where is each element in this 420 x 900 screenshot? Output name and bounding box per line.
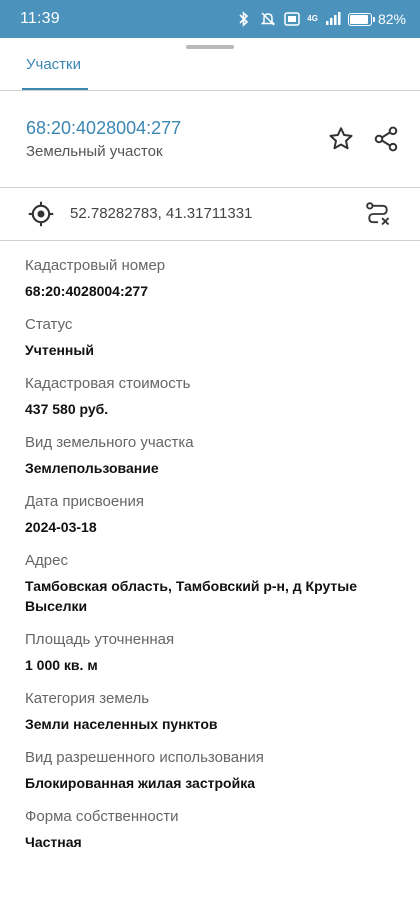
bluetooth-icon (235, 10, 253, 28)
property-value: 2024-03-18 (25, 519, 97, 535)
tab-plots[interactable]: Участки (26, 56, 81, 73)
property-area: Площадь уточненная 1 000 кв. м (25, 629, 400, 675)
route-button[interactable] (362, 198, 394, 230)
property-value: Тамбовская область, Тамбовский р-н, д Кр… (25, 578, 358, 614)
parcel-type: Земельный участок (26, 143, 163, 160)
locate-button[interactable] (25, 198, 57, 230)
property-value: 1 000 кв. м (25, 657, 98, 673)
network-type: 4G (307, 14, 318, 23)
property-label: Кадастровая стоимость (25, 375, 191, 392)
coordinates-text[interactable]: 52.78282783, 41.31711331 (70, 205, 252, 222)
crosshair-icon (28, 201, 54, 227)
property-label: Вид земельного участка (25, 434, 194, 451)
property-value: Земли населенных пунктов (25, 716, 218, 732)
mute-icon (259, 10, 277, 28)
parcel-properties: Кадастровый номер 68:20:4028004:277 Стат… (25, 255, 400, 865)
property-permitted-use: Вид разрешенного использования Блокирова… (25, 747, 400, 793)
property-value: Блокированная жилая застройка (25, 775, 255, 791)
star-icon (329, 127, 353, 150)
property-ownership: Форма собственности Частная (25, 806, 400, 852)
property-land-category: Категория земель Земли населенных пункто… (25, 688, 400, 734)
status-icons: 4G 82% (235, 9, 406, 29)
share-button[interactable] (370, 123, 402, 155)
property-status: Статус Учтенный (25, 314, 400, 360)
property-label: Вид разрешенного использования (25, 749, 264, 766)
property-assigned-date: Дата присвоения 2024-03-18 (25, 491, 400, 537)
parcel-cadastral-number: 68:20:4028004:277 (26, 118, 182, 138)
battery-level (349, 14, 368, 24)
property-label: Дата присвоения (25, 493, 144, 510)
property-label: Категория земель (25, 690, 150, 707)
property-value: Частная (25, 834, 82, 850)
battery-icon (347, 12, 375, 26)
route-clear-icon (366, 202, 390, 226)
property-address: Адрес Тамбовская область, Тамбовский р-н… (25, 550, 400, 616)
property-label: Статус (25, 316, 73, 333)
battery-percent: 82% (377, 11, 406, 27)
property-cadastral-value: Кадастровая стоимость 437 580 руб. (25, 373, 400, 419)
coords-divider (0, 240, 420, 241)
tabs-divider (0, 90, 420, 91)
header-divider (0, 187, 420, 188)
signal-icon (324, 10, 342, 28)
property-value: 437 580 руб. (25, 401, 109, 417)
status-time: 11:39 (20, 10, 60, 27)
volte-icon (283, 10, 301, 28)
status-bar: 11:39 4G 82% (0, 0, 420, 38)
property-value: 68:20:4028004:277 (25, 283, 148, 299)
property-label: Площадь уточненная (25, 631, 175, 648)
property-value: Учтенный (25, 342, 94, 358)
share-icon (374, 126, 398, 152)
property-label: Кадастровый номер (25, 257, 166, 274)
favorite-button[interactable] (325, 123, 357, 155)
property-label: Адрес (25, 552, 68, 569)
property-cadastral-number: Кадастровый номер 68:20:4028004:277 (25, 255, 400, 301)
property-label: Форма собственности (25, 808, 179, 825)
sheet-drag-handle[interactable] (186, 45, 234, 49)
property-value: Землепользование (25, 460, 159, 476)
property-land-type: Вид земельного участка Землепользование (25, 432, 400, 478)
